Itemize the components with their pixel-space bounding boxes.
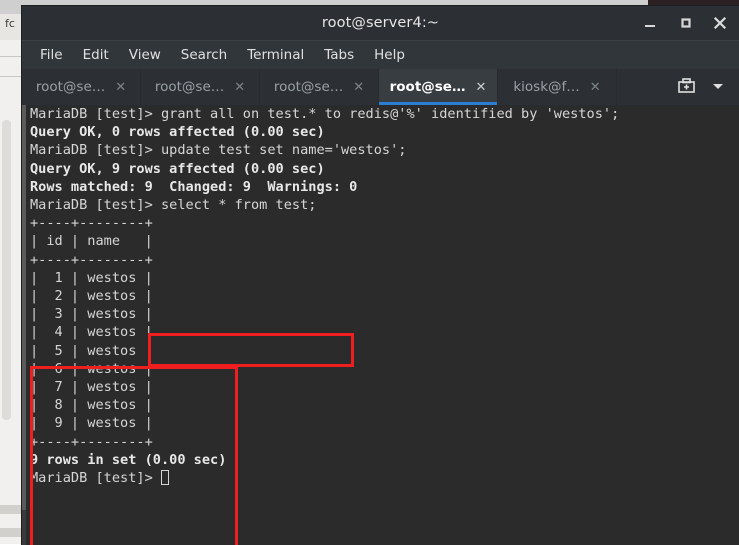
- terminal-output: MariaDB [test]> grant all on test.* to r…: [30, 105, 619, 487]
- close-icon[interactable]: ✕: [475, 81, 486, 94]
- terminal-line: | 1 | westos |: [30, 269, 153, 286]
- terminal-line: MariaDB [test]> select * from test;: [30, 197, 317, 214]
- terminal-scrollbar[interactable]: [22, 105, 26, 545]
- tab-label: root@se…: [273, 79, 344, 95]
- window-title: root@server4:~: [321, 15, 440, 31]
- background-window-scroll-handle[interactable]: [0, 528, 22, 537]
- terminal-line: | 3 | westos |: [30, 306, 153, 323]
- terminal-line: Rows matched: 9 Changed: 9 Warnings: 0: [30, 178, 358, 195]
- terminal-line: | 7 | westos |: [30, 379, 153, 396]
- background-window-scroll-handle[interactable]: [0, 505, 22, 514]
- terminal-line: | 8 | westos |: [30, 397, 153, 414]
- terminal-line: | 2 | westos |: [30, 288, 153, 305]
- maximize-button[interactable]: [677, 14, 695, 32]
- terminal-line: | 4 | westos |: [30, 324, 153, 341]
- tab-terminal-2[interactable]: root@se… ✕: [141, 69, 260, 105]
- menu-item-terminal[interactable]: Terminal: [237, 45, 314, 65]
- close-icon[interactable]: ✕: [115, 81, 126, 94]
- window-titlebar[interactable]: root@server4:~: [22, 6, 739, 40]
- terminal-line: | 5 | westos |: [30, 342, 153, 359]
- close-icon[interactable]: ✕: [590, 81, 601, 94]
- tab-bar-actions: [668, 69, 739, 105]
- menu-item-tabs[interactable]: Tabs: [314, 45, 364, 65]
- tab-terminal-5[interactable]: kiosk@f… ✕: [498, 69, 617, 105]
- tab-label: kiosk@f…: [513, 79, 580, 95]
- tab-label: root@se…: [389, 79, 466, 95]
- background-window-scrollbar[interactable]: [2, 120, 11, 420]
- close-icon[interactable]: ✕: [234, 81, 245, 94]
- chevron-down-icon[interactable]: [711, 78, 725, 97]
- terminal-line: Query OK, 0 rows affected (0.00 sec): [30, 124, 325, 141]
- tab-terminal-1[interactable]: root@se… ✕: [22, 69, 141, 105]
- terminal-line: 9 rows in set (0.00 sec): [30, 451, 227, 468]
- terminal-line: MariaDB [test]>: [30, 469, 619, 487]
- terminal-window: root@server4:~ File Edit View Search Ter…: [22, 6, 739, 545]
- terminal-line: +----+--------+: [30, 433, 153, 450]
- tab-terminal-4-active[interactable]: root@se… ✕: [379, 69, 498, 105]
- menu-item-view[interactable]: View: [119, 45, 171, 65]
- minimize-button[interactable]: [641, 14, 659, 32]
- terminal-line: MariaDB [test]> grant all on test.* to r…: [30, 106, 620, 122]
- menu-item-help[interactable]: Help: [364, 45, 415, 65]
- menu-item-search[interactable]: Search: [171, 45, 237, 65]
- terminal-line: | 6 | westos |: [30, 360, 153, 377]
- terminal-content-area[interactable]: MariaDB [test]> grant all on test.* to r…: [22, 105, 739, 545]
- terminal-line: +----+--------+: [30, 251, 153, 268]
- terminal-line: MariaDB [test]> update test set name='we…: [30, 142, 407, 159]
- terminal-line: +----+--------+: [30, 215, 153, 232]
- terminal-line: | id | name |: [30, 233, 153, 250]
- menu-bar: File Edit View Search Terminal Tabs Help: [22, 40, 739, 69]
- menu-item-file[interactable]: File: [30, 45, 73, 65]
- menu-item-edit[interactable]: Edit: [73, 45, 119, 65]
- tab-label: root@se…: [154, 79, 225, 95]
- tab-terminal-3[interactable]: root@se… ✕: [260, 69, 379, 105]
- close-icon[interactable]: ✕: [353, 81, 364, 94]
- tab-label: root@se…: [35, 79, 106, 95]
- close-button[interactable]: [711, 14, 729, 32]
- tab-bar: root@se… ✕ root@se… ✕ root@se… ✕ root@se…: [22, 69, 739, 105]
- terminal-scrollbar-thumb[interactable]: [22, 105, 26, 510]
- terminal-line: | 9 | westos |: [30, 415, 153, 432]
- new-tab-icon[interactable]: [678, 77, 695, 98]
- terminal-cursor: [160, 470, 169, 486]
- terminal-line: Query OK, 9 rows affected (0.00 sec): [30, 160, 325, 177]
